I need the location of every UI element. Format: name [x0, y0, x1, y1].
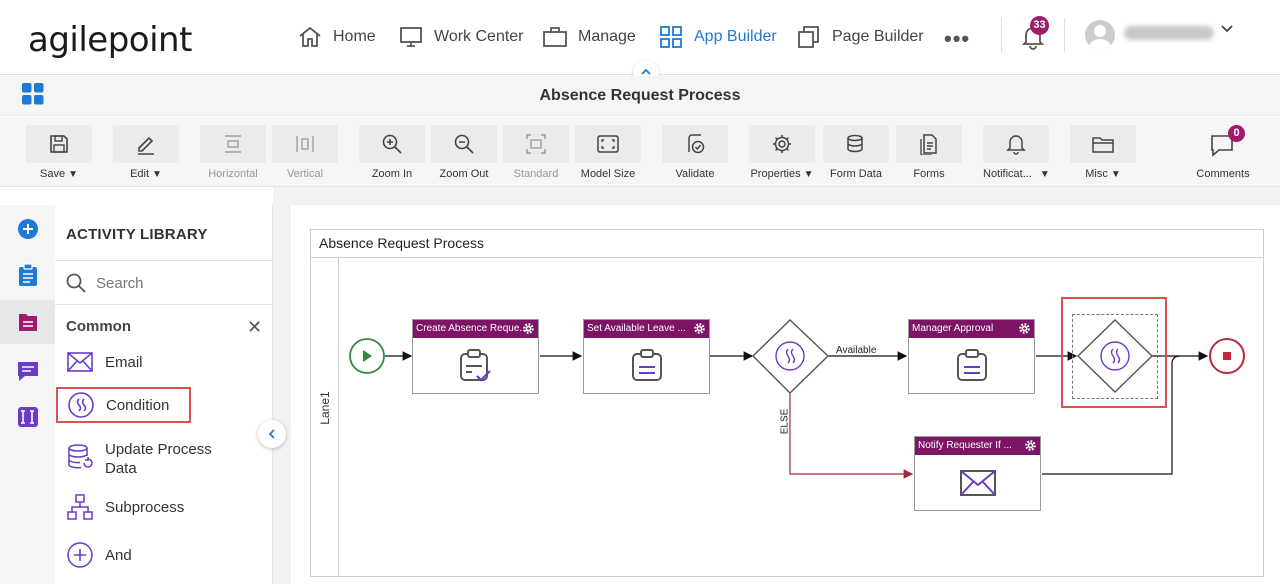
- highlight-selected-condition: [1061, 297, 1167, 408]
- activity-set-available-leave[interactable]: Set Available Leave ...: [583, 319, 710, 394]
- activity-title: Create Absence Reque...: [416, 323, 528, 334]
- activity-create-absence-request[interactable]: Create Absence Reque...: [412, 319, 539, 394]
- form-task-icon: [956, 349, 987, 381]
- activity-title: Notify Requester If ...: [918, 440, 1012, 451]
- flow-else[interactable]: [789, 393, 914, 479]
- condition-gateway-available[interactable]: [752, 319, 830, 394]
- flow-label-available: Available: [836, 345, 877, 356]
- gear-icon[interactable]: [693, 322, 706, 335]
- stop-icon: [1223, 352, 1231, 360]
- flow-label-else: ELSE: [779, 408, 791, 435]
- activity-title: Manager Approval: [912, 323, 994, 334]
- form-task-icon: [459, 349, 491, 382]
- gear-icon[interactable]: [1024, 439, 1037, 452]
- activity-title: Set Available Leave ...: [587, 323, 686, 334]
- email-icon: [959, 470, 996, 496]
- sequence-flows: [349, 319, 1245, 479]
- activity-notify-requester[interactable]: Notify Requester If ...: [914, 436, 1041, 511]
- gear-icon[interactable]: [522, 322, 535, 335]
- activity-manager-approval[interactable]: Manager Approval: [908, 319, 1035, 394]
- form-task-icon: [631, 349, 662, 381]
- gear-icon[interactable]: [1018, 322, 1031, 335]
